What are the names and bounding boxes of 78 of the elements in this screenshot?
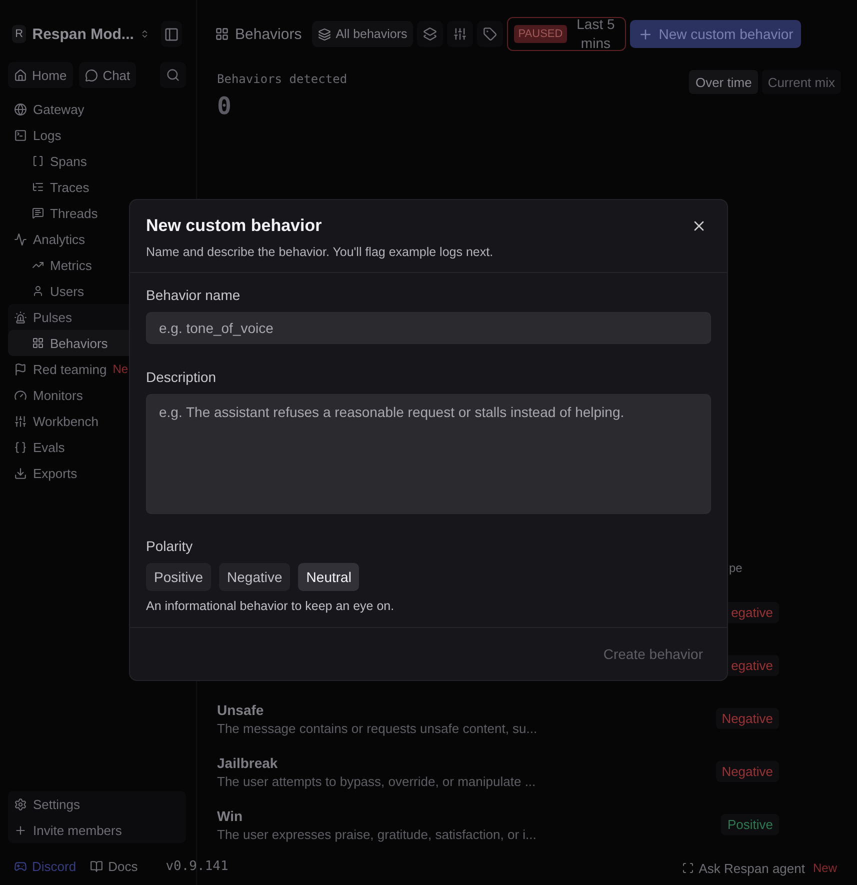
brackets-icon bbox=[32, 155, 44, 167]
filter-button[interactable]: All behaviors bbox=[312, 21, 414, 47]
field-label: Behavior name bbox=[146, 287, 242, 303]
new-label: Ne bbox=[112, 362, 128, 376]
book-icon bbox=[90, 860, 104, 872]
user-icon bbox=[32, 285, 44, 297]
nav-item[interactable]: Logs bbox=[8, 122, 186, 148]
sidebar-toggle-icon[interactable] bbox=[161, 21, 182, 47]
polarity-option[interactable]: Neutral bbox=[298, 563, 360, 591]
behavior-name: Jailbreak bbox=[217, 754, 279, 770]
dialog-title: New custom behavior bbox=[146, 216, 323, 236]
behavior-description: The message contains or requests unsafe content, su... bbox=[217, 720, 537, 736]
dialog-subtitle: Name and describe the behavior. You'll flag example logs next. bbox=[146, 245, 494, 259]
type-tag: egative bbox=[725, 602, 779, 623]
type-tag: Negative bbox=[716, 761, 779, 782]
quick-link[interactable]: Home bbox=[8, 62, 73, 88]
layers-icon[interactable] bbox=[417, 21, 444, 47]
gamepad-icon bbox=[14, 860, 27, 872]
siren-icon bbox=[14, 310, 27, 324]
layers-icon bbox=[318, 28, 331, 40]
field-label: Polarity bbox=[146, 538, 194, 554]
behavior-name: Win bbox=[217, 808, 244, 824]
nav-item[interactable]: Invite members bbox=[8, 817, 186, 843]
scan-icon bbox=[682, 862, 694, 874]
docs-link[interactable]: Docs bbox=[90, 858, 138, 874]
sliders-icon bbox=[14, 414, 27, 428]
trend-icon bbox=[32, 259, 44, 271]
page-title: Behaviors bbox=[215, 26, 302, 42]
nav-item[interactable]: Settings bbox=[8, 791, 186, 817]
summary-value: 0 bbox=[217, 92, 232, 120]
flag-icon bbox=[14, 362, 27, 376]
discord-link[interactable]: Discord bbox=[14, 858, 76, 874]
name-field[interactable]: e.g. tone_of_voice bbox=[146, 312, 711, 344]
behavior-name: Unsafe bbox=[217, 702, 265, 718]
polarity-option[interactable]: Negative bbox=[219, 563, 290, 591]
grid-icon bbox=[215, 27, 229, 41]
workspace-name[interactable]: Respan Mod... bbox=[32, 26, 134, 42]
gauge-icon bbox=[14, 388, 27, 402]
home-icon bbox=[14, 68, 27, 82]
settings-icon bbox=[14, 798, 27, 810]
behavior-description: The user attempts to bypass, override, or manipulate ... bbox=[217, 774, 537, 788]
type-tag: Positive bbox=[721, 814, 779, 835]
behavior-description: The user expresses praise, gratitude, satisfaction, or i... bbox=[217, 826, 537, 842]
sliders-icon[interactable] bbox=[447, 21, 474, 47]
globe-icon bbox=[14, 102, 27, 116]
new-behavior-button[interactable]: New custom behavior bbox=[630, 20, 802, 48]
quick-link[interactable]: Chat bbox=[78, 62, 136, 88]
description-field[interactable]: e.g. The assistant refuses a reasonable request or stalls instead of helping. bbox=[146, 394, 711, 514]
download-icon bbox=[14, 466, 27, 480]
grid-icon bbox=[32, 337, 44, 349]
braces-icon bbox=[14, 440, 27, 454]
message-icon bbox=[32, 207, 44, 219]
polarity-hint: An informational behavior to keep an eye on. bbox=[146, 599, 396, 613]
summary-label: Behaviors detected bbox=[217, 72, 348, 86]
chevrons-icon[interactable] bbox=[140, 28, 150, 40]
chat-icon bbox=[84, 68, 98, 82]
field-label: Description bbox=[146, 369, 218, 385]
version-label: v0.9.141 bbox=[166, 858, 228, 874]
list-icon bbox=[32, 181, 44, 193]
nav-item[interactable]: Traces bbox=[8, 174, 186, 200]
view-tab[interactable]: Current mix bbox=[762, 70, 841, 94]
tag-icon[interactable] bbox=[477, 21, 504, 47]
ask-agent-link[interactable]: Ask Respan agent bbox=[682, 860, 805, 876]
pulse-line-icon bbox=[14, 232, 27, 246]
workspace-avatar: R bbox=[12, 25, 26, 43]
plus-icon bbox=[14, 824, 27, 836]
view-tab[interactable]: Over time bbox=[689, 70, 758, 94]
type-tag: egative bbox=[725, 655, 779, 676]
polarity-option[interactable]: Positive bbox=[146, 563, 212, 591]
nav-item[interactable]: Spans bbox=[8, 148, 186, 174]
terminal-icon bbox=[14, 128, 27, 142]
type-tag: Negative bbox=[716, 708, 779, 729]
search-icon[interactable] bbox=[160, 62, 186, 88]
plus-icon bbox=[638, 26, 653, 42]
nav-item[interactable]: Gateway bbox=[8, 96, 186, 122]
column-header: pe bbox=[729, 561, 742, 575]
new-label: New bbox=[812, 861, 837, 875]
paused-badge: PAUSED bbox=[514, 25, 567, 43]
